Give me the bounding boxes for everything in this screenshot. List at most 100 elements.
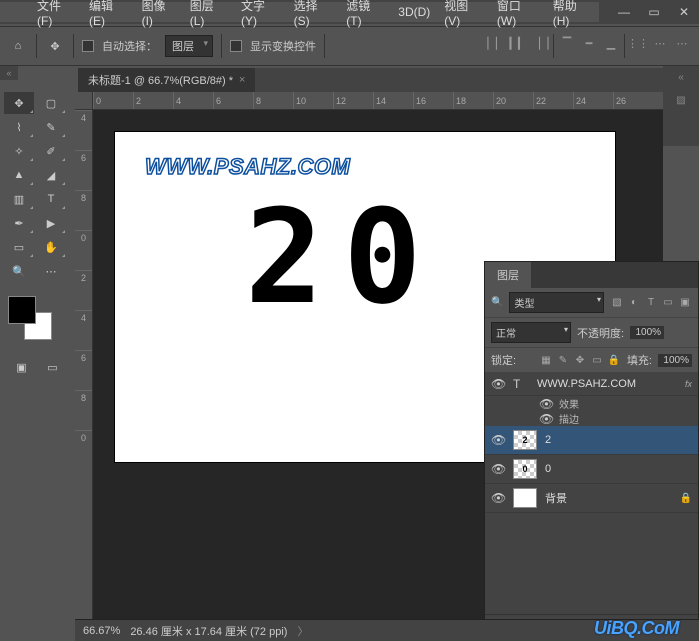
clone-stamp-tool[interactable]: ▲ [4,164,34,186]
move-tool-icon[interactable]: ✥ [45,36,65,56]
foreground-color-swatch[interactable] [8,296,36,324]
layer-thumbnail[interactable]: 0 [513,459,537,479]
auto-select-label: 自动选择： [102,38,157,54]
visibility-icon[interactable]: 👁 [491,433,505,447]
ruler-horizontal[interactable]: 02468101214161820222426 [93,92,663,110]
distribute-v-icon[interactable]: ⋯ [651,34,669,52]
gradient-tool[interactable]: ▥ [4,188,34,210]
lock-brush-icon[interactable]: ✎ [556,353,570,367]
layer-name[interactable]: 0 [545,463,692,475]
filter-type-icon[interactable]: T [644,296,658,310]
distribute-h-icon[interactable]: ⋮⋮ [629,34,647,52]
tools-panel: ✥ ▢ ⌇ ✎ ✧ ✐ ▲ ◢ ▥ T ✒ ▶ ▭ ✋ 🔍 ⋯ ▣ ▭ [0,88,74,382]
screen-mode-icon[interactable]: ▭ [41,356,64,378]
brush-tool[interactable]: ✐ [36,140,66,162]
eraser-tool[interactable]: ◢ [36,164,66,186]
maximize-button[interactable]: ▭ [639,0,669,24]
hand-tool[interactable]: ✋ [36,236,66,258]
filter-adjust-icon[interactable]: ◐ [627,296,641,310]
visibility-icon[interactable]: 👁 [491,491,505,505]
layer-row[interactable]: 👁 0 0 [485,455,698,484]
lock-icon: 🔒 [680,493,692,504]
color-swatches [4,292,70,344]
document-tab[interactable]: 未标题-1 @ 66.7%(RGB/8#) * × [78,68,255,92]
zoom-tool[interactable]: 🔍 [4,260,34,282]
magic-wand-tool[interactable]: ✧ [4,140,34,162]
extra-tool[interactable]: ⋯ [36,260,66,282]
path-select-tool[interactable]: ▶ [36,212,66,234]
menu-3d[interactable]: 3D(D) [391,3,437,21]
fill-value[interactable]: 100% [658,354,692,367]
more-icon[interactable]: ⋯ [673,34,691,52]
menu-view[interactable]: 视图(V) [437,0,490,30]
auto-select-checkbox[interactable] [82,40,94,52]
layer-thumbnail[interactable] [513,488,537,508]
layer-name[interactable]: 背景 [545,490,672,506]
layer-kind-dropdown[interactable]: 类型 [509,292,604,313]
blend-mode-dropdown[interactable]: 正常 [491,322,571,343]
menu-help[interactable]: 帮助(H) [546,0,599,30]
menu-filter[interactable]: 滤镜(T) [339,0,391,30]
filter-image-icon[interactable]: ▧ [610,296,624,310]
layer-thumbnail[interactable]: 2 [513,430,537,450]
menu-window[interactable]: 窗口(W) [490,0,546,30]
layer-list: 👁 T WWW.PSAHZ.COM fx 👁 效果 👁 描边 👁 2 2 👁 0… [485,373,698,614]
close-tab-icon[interactable]: × [239,74,245,86]
align-top-icon[interactable]: ▔ [558,34,576,52]
layer-name[interactable]: 2 [545,434,692,446]
show-transform-checkbox[interactable] [230,40,242,52]
filter-smart-icon[interactable]: ▣ [678,296,692,310]
fx-badge[interactable]: fx [685,379,692,389]
align-middle-icon[interactable]: ━ [580,34,598,52]
zoom-level[interactable]: 66.67% [83,625,120,637]
layer-row[interactable]: 👁 T WWW.PSAHZ.COM fx [485,373,698,396]
document-tabs: 未标题-1 @ 66.7%(RGB/8#) * × [78,68,663,92]
visibility-icon[interactable]: 👁 [491,462,505,476]
marquee-tool[interactable]: ▢ [36,92,66,114]
close-button[interactable]: ✕ [669,0,699,24]
pen-tool[interactable]: ✒ [4,212,34,234]
right-expand-icon[interactable]: « [678,72,684,83]
ruler-corner [75,92,93,110]
ruler-vertical[interactable]: 468024680 [75,110,93,619]
align-bottom-icon[interactable]: ▁ [602,34,620,52]
menu-file[interactable]: 文件(F) [30,0,82,30]
filter-shape-icon[interactable]: ▭ [661,296,675,310]
align-left-icon[interactable]: ▏▏ [487,34,505,52]
visibility-icon[interactable]: 👁 [539,397,553,411]
layer-effects-row[interactable]: 👁 效果 [485,396,698,411]
visibility-icon[interactable]: 👁 [491,377,505,391]
lock-all-icon[interactable]: 🔒 [607,353,621,367]
home-icon[interactable]: ⌂ [8,36,28,56]
opacity-value[interactable]: 100% [630,326,664,339]
align-right-icon[interactable]: ▕▕ [531,34,549,52]
layer-name[interactable]: WWW.PSAHZ.COM [537,378,677,390]
doc-dimensions: 26.46 厘米 x 17.64 厘米 (72 ppi) [130,623,287,639]
lock-artboard-icon[interactable]: ▭ [590,353,604,367]
color-panel-icon[interactable]: ▨ [676,95,685,106]
menu-layer[interactable]: 图层(L) [183,0,234,30]
menu-image[interactable]: 图像(I) [135,0,183,30]
quick-select-tool[interactable]: ✎ [36,116,66,138]
visibility-icon[interactable]: 👁 [539,412,553,426]
auto-select-dropdown[interactable]: 图层 [165,35,213,57]
menu-edit[interactable]: 编辑(E) [82,0,135,30]
status-menu-icon[interactable]: 〉 [297,623,308,639]
layer-row[interactable]: 👁 2 2 [485,426,698,455]
lasso-tool[interactable]: ⌇ [4,116,34,138]
align-center-h-icon[interactable]: ▎▎ [509,34,527,52]
layers-tab[interactable]: 图层 [485,262,531,288]
layer-stroke-row[interactable]: 👁 描边 [485,411,698,426]
left-collapse-button[interactable]: « [0,66,18,80]
menu-type[interactable]: 文字(Y) [234,0,287,30]
lock-position-icon[interactable]: ✥ [573,353,587,367]
menu-select[interactable]: 选择(S) [287,0,340,30]
minimize-button[interactable]: — [609,0,639,24]
lock-pixels-icon[interactable]: ▦ [539,353,553,367]
layer-row[interactable]: 👁 背景 🔒 [485,484,698,513]
search-icon[interactable]: 🔍 [491,297,503,308]
type-tool[interactable]: T [36,188,66,210]
move-tool[interactable]: ✥ [4,92,34,114]
shape-tool[interactable]: ▭ [4,236,34,258]
quick-mask-icon[interactable]: ▣ [10,356,33,378]
